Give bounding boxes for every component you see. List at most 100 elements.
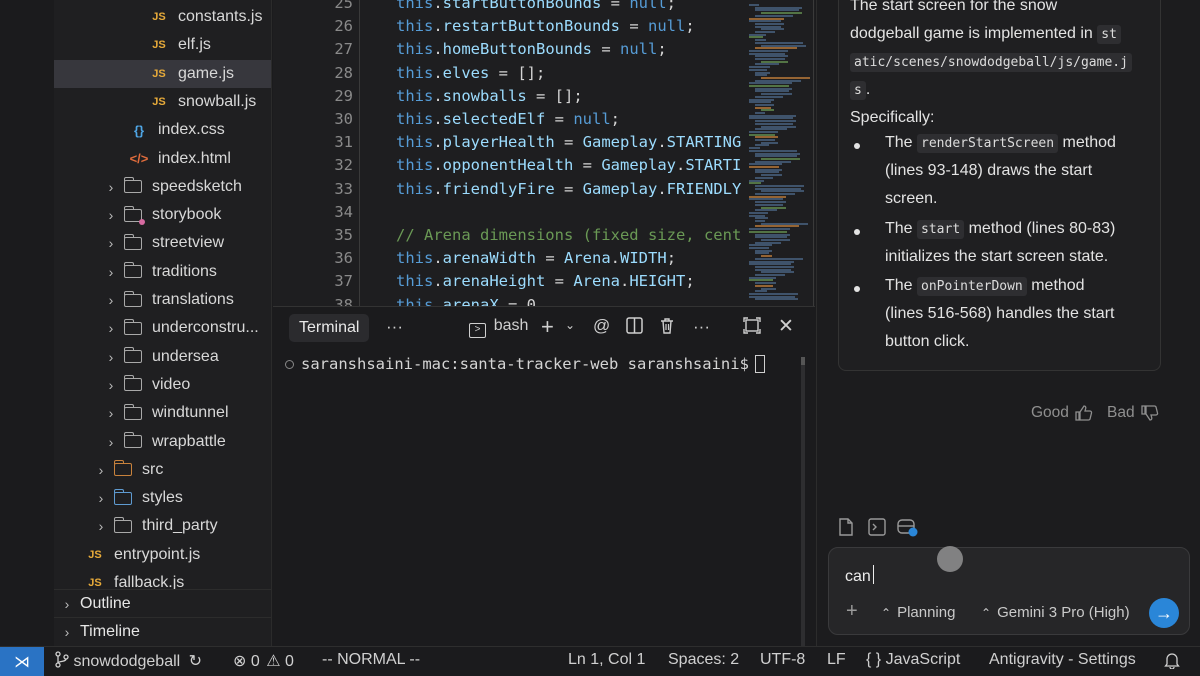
file-item[interactable]: JS entrypoint.js [54, 541, 271, 569]
code-line[interactable]: this.friendlyFire = Gameplay.FRIENDLY [396, 180, 741, 198]
file-path-code[interactable]: s [850, 81, 866, 100]
folder-item[interactable]: › traditions [54, 258, 271, 286]
split-terminal-icon[interactable] [626, 317, 643, 339]
bad-feedback-button[interactable]: Bad [1107, 404, 1159, 422]
code-line[interactable]: this.homeButtonBounds = null; [396, 40, 667, 58]
folder-item[interactable]: › streetview [54, 229, 271, 257]
line-number: 34 [334, 202, 353, 221]
branch-indicator[interactable]: snowdodgeball ↻ [55, 651, 202, 671]
settings-link[interactable]: Antigravity - Settings [989, 651, 1136, 669]
chat-input-box[interactable]: can + ⌃ Planning ⌃ Gemini 3 Pro (High) → [828, 547, 1190, 635]
method-code[interactable]: start [917, 220, 965, 239]
code-line[interactable]: this.arenaX = 0 [396, 296, 536, 306]
minimap-line [761, 174, 782, 177]
code-line[interactable]: // Arena dimensions (fixed size, cent [396, 226, 741, 244]
folder-item[interactable]: › video [54, 371, 271, 399]
minimap-line [755, 120, 796, 123]
folder-item[interactable]: › windtunnel [54, 399, 271, 427]
good-feedback-button[interactable]: Good [1031, 404, 1093, 422]
add-context-button[interactable]: + [846, 600, 858, 623]
folder-item[interactable]: › underconstru... [54, 314, 271, 342]
file-path-code[interactable]: st [1097, 25, 1121, 44]
notifications-bell-icon[interactable] [1164, 651, 1180, 674]
file-item[interactable]: JS game.js [54, 59, 271, 88]
minimap-line [761, 271, 794, 274]
terminal-panel[interactable]: Terminal ··· > bash + ⌄ @ ··· ✕ saranshs… [273, 306, 815, 647]
problems-indicator[interactable]: ⊗ 0 ⚠ 0 [233, 651, 294, 671]
method-code[interactable]: renderStartScreen [917, 134, 1059, 153]
code-editor[interactable]: 25 26 27 28 29 30 31 32 33 34 35 36 37 38 this.startB… [273, 0, 815, 306]
file-item[interactable]: JS snowball.js [54, 88, 271, 116]
tree-item-label: constants.js [178, 8, 263, 25]
code-line[interactable]: this.playerHealth = Gameplay.STARTING [396, 133, 741, 151]
warning-count: 0 [285, 653, 294, 670]
method-code[interactable]: onPointerDown [917, 277, 1027, 296]
minimap-line [755, 203, 783, 206]
minimap-line [755, 176, 773, 179]
code-line[interactable]: this.restartButtonBounds = null; [396, 17, 695, 35]
model-selector[interactable]: ⌃ Gemini 3 Pro (High) [981, 604, 1130, 621]
tree-item-label: styles [142, 489, 183, 507]
folder-item[interactable]: › third_party [54, 512, 271, 540]
code-line[interactable]: this.selectedElf = null; [396, 110, 620, 128]
at-mention-icon[interactable]: @ [593, 316, 610, 336]
encoding-setting[interactable]: UTF-8 [760, 651, 805, 669]
trash-icon[interactable] [659, 317, 675, 339]
shell-label: bash [493, 317, 529, 334]
code-line[interactable]: this.opponentHealth = Gameplay.STARTI [396, 156, 741, 174]
send-button[interactable]: → [1149, 598, 1179, 628]
folder-item[interactable]: › undersea [54, 343, 271, 371]
terminal-prompt-line[interactable]: saranshsaini-mac:santa-tracker-web saran… [285, 355, 765, 373]
tab-terminal[interactable]: Terminal [289, 314, 370, 342]
file-item[interactable]: JS elf.js [54, 31, 271, 59]
terminal-scrollbar[interactable] [801, 357, 805, 647]
code-line[interactable]: this.startButtonBounds = null; [396, 0, 676, 12]
chevron-down-icon[interactable]: ⌄ [565, 318, 575, 332]
close-panel-icon[interactable]: ✕ [778, 315, 794, 338]
file-item[interactable]: JS constants.js [54, 3, 271, 31]
folder-item[interactable]: › storybook [54, 201, 271, 229]
chat-input-field[interactable]: can [845, 565, 875, 586]
cursor-position[interactable]: Ln 1, Col 1 [568, 651, 645, 669]
eol-setting[interactable]: LF [827, 651, 846, 669]
timeline-section-header[interactable]: › Timeline [54, 617, 271, 645]
browser-context-icon[interactable] [897, 518, 919, 538]
bullet-icon [854, 286, 860, 292]
folder-item[interactable]: › translations [54, 286, 271, 314]
minimap-line [755, 236, 787, 239]
remote-indicator-button[interactable]: ⋊ [0, 647, 44, 676]
bullet-icon [854, 229, 860, 235]
panel-more-button[interactable]: ··· [386, 317, 403, 337]
code-line[interactable]: this.snowballs = []; [396, 87, 583, 105]
terminal-shell-selector[interactable]: > bash [469, 315, 528, 338]
minimap-line [749, 195, 786, 198]
terminal-context-icon[interactable] [868, 518, 886, 536]
terminal-more-icon[interactable]: ··· [693, 317, 710, 337]
outline-section-header[interactable]: › Outline [54, 589, 271, 617]
code-line[interactable]: this.elves = []; [396, 64, 545, 82]
mode-selector[interactable]: ⌃ Planning [881, 604, 955, 621]
indentation-setting[interactable]: Spaces: 2 [668, 651, 739, 669]
minimap-line [749, 163, 782, 166]
code-line[interactable]: this.arenaHeight = Arena.HEIGHT; [396, 272, 695, 290]
minimap[interactable] [733, 0, 811, 306]
file-context-icon[interactable] [838, 518, 854, 536]
minimap-line [749, 130, 778, 133]
folder-item[interactable]: › src [54, 456, 271, 484]
file-item[interactable]: </> index.html [54, 145, 271, 173]
tree-item-label: traditions [152, 262, 217, 280]
language-mode[interactable]: { } JavaScript [866, 651, 960, 669]
minimap-line [755, 217, 768, 220]
folder-item[interactable]: › speedsketch [54, 173, 271, 201]
new-terminal-icon[interactable]: + [541, 314, 554, 340]
vim-mode-indicator: -- NORMAL -- [322, 651, 421, 668]
maximize-panel-icon[interactable] [743, 317, 761, 339]
file-item[interactable]: {} index.css [54, 116, 271, 144]
file-path-code[interactable]: atic/scenes/snowdodgeball/js/game.j [850, 53, 1132, 72]
minimap-line [761, 238, 790, 241]
folder-item[interactable]: › wrapbattle [54, 428, 271, 456]
folder-item[interactable]: › styles [54, 484, 271, 512]
code-line[interactable]: this.arenaWidth = Arena.WIDTH; [396, 249, 676, 267]
minimap-line [749, 82, 792, 85]
tree-item-label: underconstru... [152, 319, 259, 337]
